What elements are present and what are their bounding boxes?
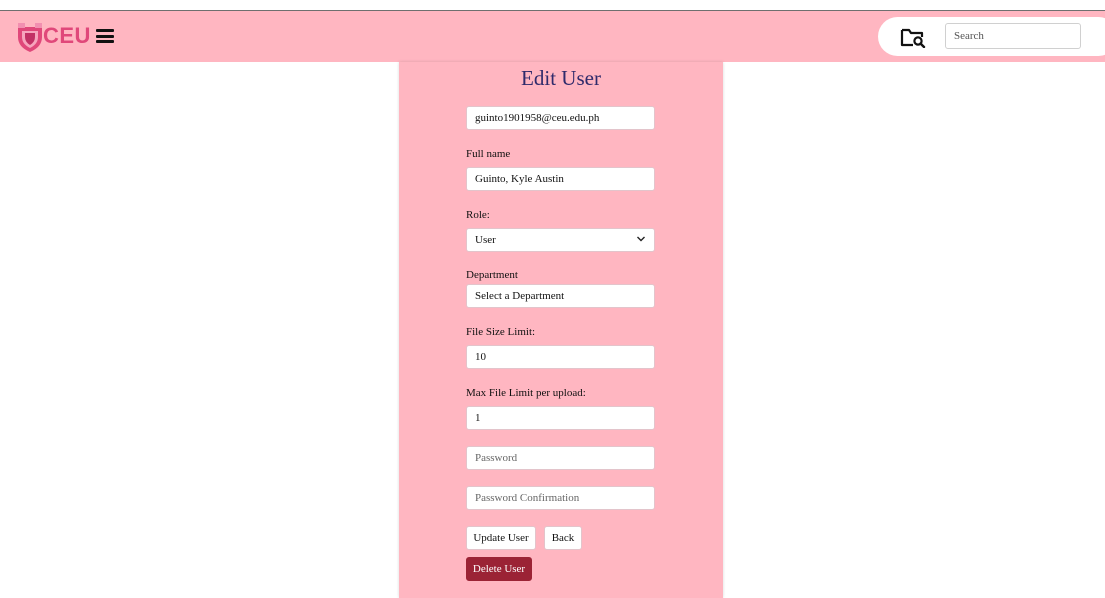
- back-button[interactable]: Back: [544, 526, 582, 550]
- email-field[interactable]: [466, 106, 655, 130]
- file-size-limit-label: File Size Limit:: [466, 326, 536, 338]
- form-title: Edit User: [521, 66, 601, 90]
- hamburger-menu-icon[interactable]: [96, 29, 114, 43]
- chevron-down-icon: [637, 236, 645, 242]
- department-label: Department: [466, 269, 518, 281]
- search-container: [878, 17, 1105, 56]
- full-name-label: Full name: [466, 148, 511, 160]
- ceu-logo[interactable]: CEU: [16, 23, 91, 53]
- delete-user-button[interactable]: Delete User: [466, 557, 532, 581]
- ceu-shield-logo-icon: [18, 23, 42, 52]
- role-select[interactable]: User: [466, 228, 655, 252]
- role-selected-value: User: [475, 234, 496, 246]
- logo-text: CEU: [43, 23, 91, 48]
- folder-search-icon[interactable]: [900, 26, 926, 48]
- department-select[interactable]: Select a Department: [466, 284, 655, 308]
- password-confirmation-field[interactable]: [466, 486, 655, 510]
- edit-user-form: Edit User Full name Role: User Departmen…: [399, 62, 723, 598]
- role-label: Role:: [466, 209, 490, 221]
- search-input[interactable]: [945, 23, 1081, 49]
- full-name-field[interactable]: [466, 167, 655, 191]
- top-navbar: CEU: [0, 11, 1105, 62]
- update-user-button[interactable]: Update User: [466, 526, 536, 550]
- password-field[interactable]: [466, 446, 655, 470]
- department-selected-value: Select a Department: [475, 290, 565, 302]
- file-size-limit-field[interactable]: [466, 345, 655, 369]
- max-file-limit-label: Max File Limit per upload:: [466, 387, 586, 399]
- max-file-limit-field[interactable]: [466, 406, 655, 430]
